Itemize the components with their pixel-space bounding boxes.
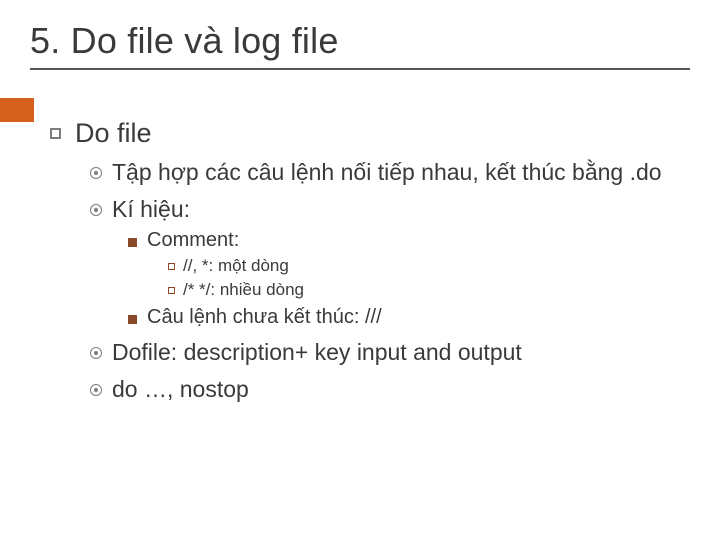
circledot-bullet-icon [90,167,102,179]
lvl4-text: //, *: một dòng [183,256,289,276]
lvl3-text: Câu lệnh chưa kết thúc: /// [147,306,382,329]
lvl3-text: Comment: [147,229,239,252]
list-item: //, *: một dòng [168,256,690,276]
hollow-square-bullet-icon [168,287,175,294]
lvl2-text: Kí hiệu: [112,196,190,223]
lvl1-heading: Do file [75,118,152,149]
circledot-bullet-icon [90,204,102,216]
lvl2-text: Tập hợp các câu lệnh nối tiếp nhau, kết … [112,159,662,186]
circledot-bullet-icon [90,384,102,396]
square-bullet-icon [50,128,61,139]
list-item: Dofile: description+ key input and outpu… [90,339,690,366]
solid-square-bullet-icon [128,315,137,324]
accent-bar [0,98,34,122]
list-item: Kí hiệu: [90,196,690,223]
circledot-bullet-icon [90,347,102,359]
lvl4-text: /* */: nhiều dòng [183,280,304,300]
list-item: Tập hợp các câu lệnh nối tiếp nhau, kết … [90,159,690,186]
solid-square-bullet-icon [128,238,137,247]
list-item: do …, nostop [90,376,690,403]
hollow-square-bullet-icon [168,263,175,270]
list-item: Comment: [128,229,690,252]
content: Do file Tập hợp các câu lệnh nối tiếp nh… [30,118,690,403]
lvl2-text: Dofile: description+ key input and outpu… [112,339,522,366]
slide: 5. Do file và log file Do file Tập hợp c… [0,0,720,540]
slide-title: 5. Do file và log file [30,20,690,62]
title-wrap: 5. Do file và log file [30,20,690,70]
list-item: Câu lệnh chưa kết thúc: /// [128,306,690,329]
list-item: /* */: nhiều dòng [168,280,690,300]
lvl2-text: do …, nostop [112,376,249,403]
list-item: Do file [50,118,690,149]
